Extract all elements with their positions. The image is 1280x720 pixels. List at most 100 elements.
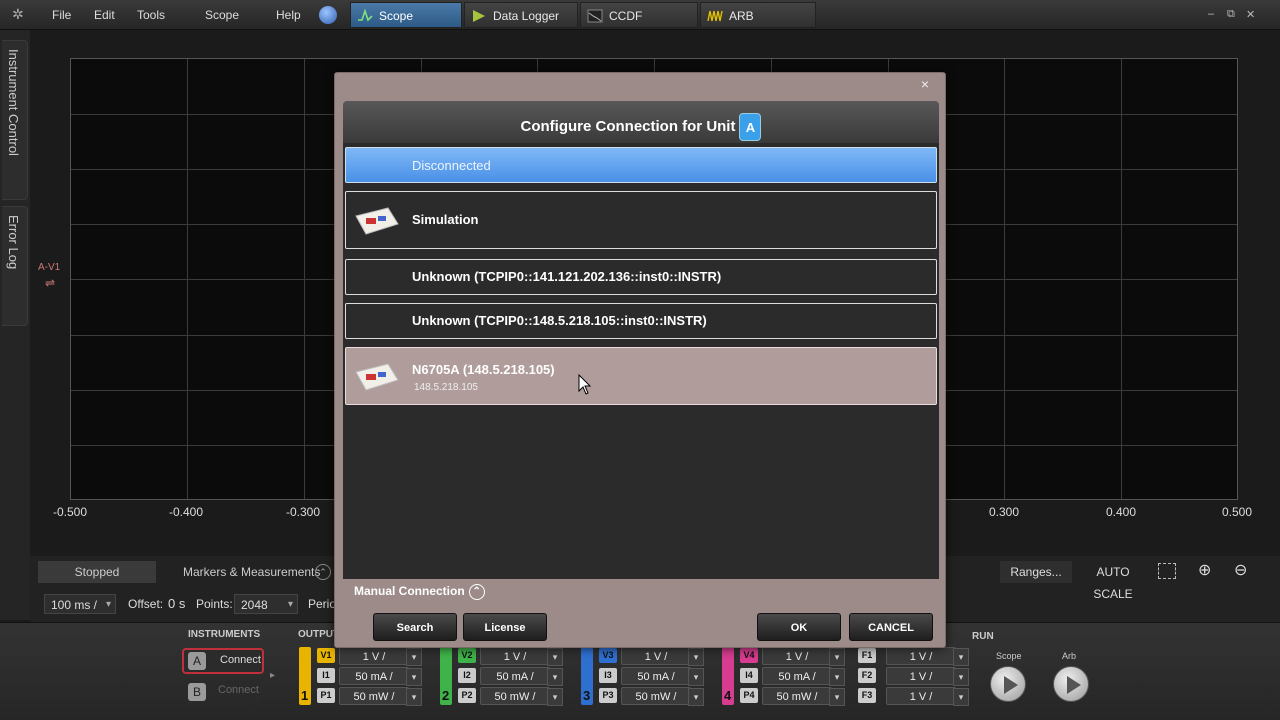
- connection-item-unknown-2[interactable]: Unknown (TCPIP0::148.5.218.105::inst0::I…: [345, 303, 937, 339]
- f3-tag[interactable]: F3: [858, 688, 876, 703]
- v2-tag[interactable]: V2: [458, 648, 476, 663]
- channel-4-number: 4: [724, 688, 732, 703]
- channel-1-number: 1: [301, 688, 309, 703]
- i1-tag[interactable]: I1: [317, 668, 335, 683]
- p2-tag[interactable]: P2: [458, 688, 476, 703]
- arb-wave-icon: [707, 10, 723, 22]
- tab-scope-label: Scope: [379, 9, 414, 23]
- tab-ccdf[interactable]: CCDF: [580, 2, 698, 28]
- p4-tag[interactable]: P4: [740, 688, 758, 703]
- p1-tag[interactable]: P1: [317, 688, 335, 703]
- ranges-button[interactable]: Ranges...: [1000, 561, 1072, 583]
- menu-scope[interactable]: Scope: [205, 8, 239, 22]
- channel-marker-v1[interactable]: A-V1: [38, 262, 60, 273]
- ok-button[interactable]: OK: [757, 613, 841, 641]
- connection-item-simulation[interactable]: Simulation: [345, 191, 937, 249]
- connection-item-label: Simulation: [412, 212, 479, 227]
- channel-2-bar[interactable]: 2: [440, 647, 452, 705]
- app-gear-icon[interactable]: ✲: [12, 6, 24, 23]
- i3-tag[interactable]: I3: [599, 668, 617, 683]
- markers-measurements-tab[interactable]: Markers & Measurements: [183, 561, 320, 583]
- channel-4-bar[interactable]: 4: [722, 647, 734, 705]
- v1-scale-select[interactable]: 1 V /: [339, 647, 422, 666]
- search-button[interactable]: Search: [373, 613, 457, 641]
- output-heading: OUTPUT: [298, 629, 340, 640]
- arb-run-button[interactable]: [1053, 666, 1089, 702]
- restore-icon[interactable]: ⧉: [1227, 8, 1235, 21]
- i4-scale-select[interactable]: 50 mA /: [762, 667, 845, 686]
- zoom-in-icon[interactable]: ⊕: [1198, 560, 1211, 580]
- instruments-expand-icon[interactable]: ▸: [270, 670, 275, 681]
- f2-tag[interactable]: F2: [858, 668, 876, 683]
- sidebar-tab-error-log[interactable]: Error Log: [2, 206, 28, 326]
- unit-a-badge: A: [188, 652, 206, 670]
- i4-tag[interactable]: I4: [740, 668, 758, 683]
- channel-1-bar[interactable]: 1: [299, 647, 311, 705]
- unit-b-connect-button[interactable]: Connect: [218, 684, 259, 696]
- i2-scale-select[interactable]: 50 mA /: [480, 667, 563, 686]
- tab-arb[interactable]: ARB: [700, 2, 816, 28]
- dialog-close-icon[interactable]: ×: [921, 76, 929, 92]
- auto-scale-button[interactable]: AUTO SCALE: [1078, 561, 1148, 601]
- p1-scale-select[interactable]: 50 mW /: [339, 687, 422, 706]
- p3-tag[interactable]: P3: [599, 688, 617, 703]
- f1-tag[interactable]: F1: [858, 648, 876, 663]
- connection-item-label: N6705A (148.5.218.105): [412, 362, 555, 377]
- time-per-div-select[interactable]: 100 ms /: [44, 594, 116, 615]
- arb-run-label: Arb: [1062, 651, 1077, 661]
- menu-edit[interactable]: Edit: [94, 8, 115, 22]
- v2-scale-select[interactable]: 1 V /: [480, 647, 563, 666]
- cancel-button[interactable]: CANCEL: [849, 613, 933, 641]
- unit-b-badge: B: [188, 683, 206, 701]
- i1-scale-select[interactable]: 50 mA /: [339, 667, 422, 686]
- p2-scale-select[interactable]: 50 mW /: [480, 687, 563, 706]
- channel-3-bar[interactable]: 3: [581, 647, 593, 705]
- markers-expand-icon[interactable]: ⌃: [315, 564, 331, 580]
- globe-icon[interactable]: [319, 6, 337, 24]
- p4-scale-select[interactable]: 50 mW /: [762, 687, 845, 706]
- menu-help[interactable]: Help: [276, 8, 301, 22]
- offset-value[interactable]: 0 s: [168, 593, 185, 615]
- sidebar-tab-instrument-control[interactable]: Instrument Control: [2, 40, 28, 200]
- f1-scale-select[interactable]: 1 V /: [886, 647, 969, 666]
- points-select[interactable]: 2048: [234, 594, 298, 615]
- connection-item-n6705a[interactable]: N6705A (148.5.218.105) 148.5.218.105: [345, 347, 937, 405]
- tab-data-logger[interactable]: Data Logger: [464, 2, 578, 28]
- connection-item-disconnected[interactable]: Disconnected: [345, 147, 937, 183]
- connection-item-label: Unknown (TCPIP0::141.121.202.136::inst0:…: [412, 269, 722, 284]
- connection-item-label: Disconnected: [412, 158, 491, 173]
- v4-scale-select[interactable]: 1 V /: [762, 647, 845, 666]
- manual-connection-label: Manual Connection: [354, 584, 465, 599]
- minimize-icon[interactable]: –: [1208, 8, 1214, 20]
- scope-run-button[interactable]: [990, 666, 1026, 702]
- unit-a-connect-group[interactable]: A Connect: [182, 648, 264, 674]
- app-window: ✲ File Edit Tools Scope Help Scope Data …: [0, 0, 1280, 720]
- function-group: F1 F2 F3 1 V / 1 V / 1 V /: [840, 647, 990, 707]
- zoom-region-icon[interactable]: [1158, 563, 1176, 579]
- scope-run-label: Scope: [996, 651, 1022, 661]
- i2-tag[interactable]: I2: [458, 668, 476, 683]
- marker-arrow-icon[interactable]: ⇌: [45, 276, 55, 290]
- v1-tag[interactable]: V1: [317, 648, 335, 663]
- i3-scale-select[interactable]: 50 mA /: [621, 667, 704, 686]
- data-logger-icon: [473, 10, 485, 22]
- left-sidebar: Instrument Control Error Log: [0, 30, 30, 620]
- tab-scope[interactable]: Scope: [350, 2, 462, 28]
- v3-scale-select[interactable]: 1 V /: [621, 647, 704, 666]
- unit-a-connect-button[interactable]: Connect: [220, 654, 261, 666]
- f2-scale-select[interactable]: 1 V /: [886, 667, 969, 686]
- zoom-out-icon[interactable]: ⊖: [1234, 560, 1247, 580]
- offset-label: Offset:: [128, 597, 164, 611]
- license-button[interactable]: License: [463, 613, 547, 641]
- v4-tag[interactable]: V4: [740, 648, 758, 663]
- p3-scale-select[interactable]: 50 mW /: [621, 687, 704, 706]
- menu-file[interactable]: File: [52, 8, 71, 22]
- manual-connection-toggle[interactable]: Manual Connection ⌃: [354, 584, 485, 600]
- menu-tools[interactable]: Tools: [137, 8, 165, 22]
- connection-item-unknown-1[interactable]: Unknown (TCPIP0::141.121.202.136::inst0:…: [345, 259, 937, 295]
- v3-tag[interactable]: V3: [599, 648, 617, 663]
- window-close-icon[interactable]: ✕: [1246, 8, 1255, 21]
- f3-scale-select[interactable]: 1 V /: [886, 687, 969, 706]
- x-tick-label: 0.400: [1105, 505, 1137, 519]
- unit-b-connect-group[interactable]: B Connect: [184, 681, 262, 703]
